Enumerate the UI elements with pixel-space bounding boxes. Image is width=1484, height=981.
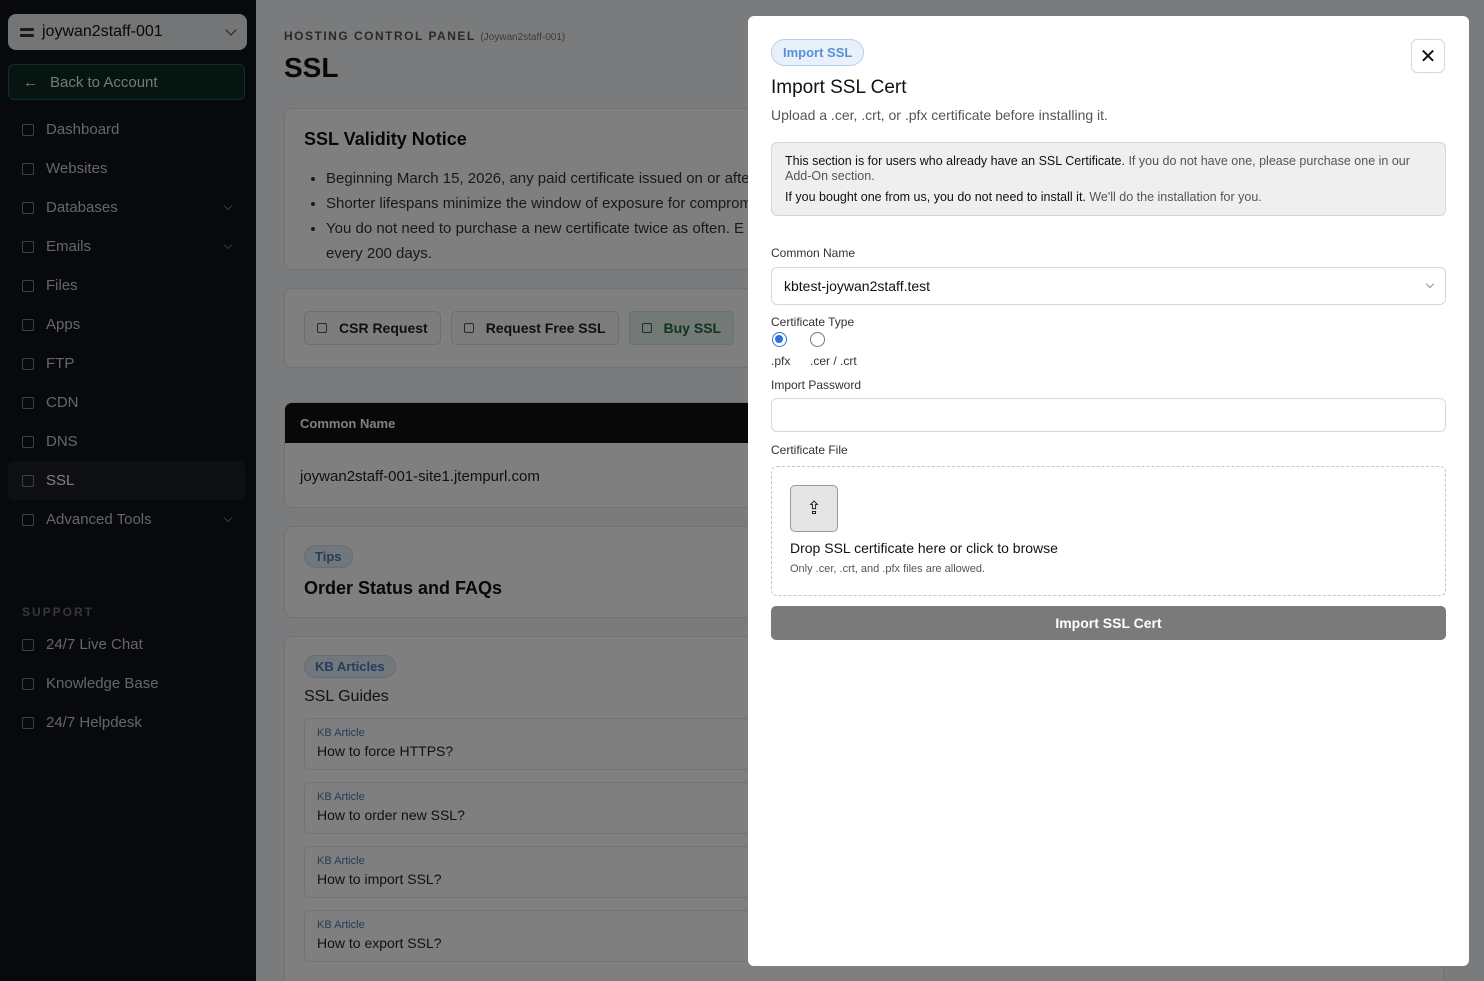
radio-pfx[interactable] (772, 332, 787, 347)
info-strong: This section is for users who already ha… (785, 154, 1125, 168)
upload-button[interactable]: ⇪ (790, 485, 838, 532)
certificate-file-label: Certificate File (771, 443, 848, 457)
drop-title: Drop SSL certificate here or click to br… (790, 540, 1058, 556)
close-icon: ✕ (1419, 45, 1437, 68)
radio-pfx-label: .pfx (771, 354, 791, 368)
import-ssl-modal: Import SSL ✕ Import SSL Cert Upload a .c… (748, 16, 1469, 966)
common-name-select[interactable]: kbtest-joywan2staff.test (771, 267, 1446, 305)
drop-subtitle: Only .cer, .crt, and .pfx files are allo… (790, 563, 986, 575)
common-name-label: Common Name (771, 246, 856, 260)
chevron-down-icon (1425, 279, 1435, 289)
import-ssl-cert-button[interactable]: Import SSL Cert (771, 606, 1446, 640)
modal-title: Import SSL Cert (771, 77, 907, 98)
info-line-1: This section is for users who already ha… (785, 154, 1432, 184)
import-password-input[interactable] (771, 398, 1446, 432)
upload-icon: ⇪ (806, 498, 822, 518)
radio-cer-crt-label: .cer / .crt (810, 354, 857, 368)
import-password-label: Import Password (771, 378, 862, 392)
info-line-2: If you bought one from us, you do not ne… (785, 190, 1432, 205)
info-box: This section is for users who already ha… (771, 142, 1446, 216)
certificate-drop-zone[interactable]: ⇪ Drop SSL certificate here or click to … (771, 466, 1446, 596)
import-ssl-badge: Import SSL (771, 39, 865, 66)
info-rest: We'll do the installation for you. (1085, 190, 1262, 204)
radio-cer-crt[interactable] (810, 332, 825, 347)
common-name-value: kbtest-joywan2staff.test (784, 278, 931, 294)
close-button[interactable]: ✕ (1411, 39, 1445, 73)
info-strong: If you bought one from us, you do not ne… (785, 190, 1086, 204)
modal-subtitle: Upload a .cer, .crt, or .pfx certificate… (771, 107, 1108, 123)
certificate-type-label: Certificate Type (771, 315, 855, 329)
